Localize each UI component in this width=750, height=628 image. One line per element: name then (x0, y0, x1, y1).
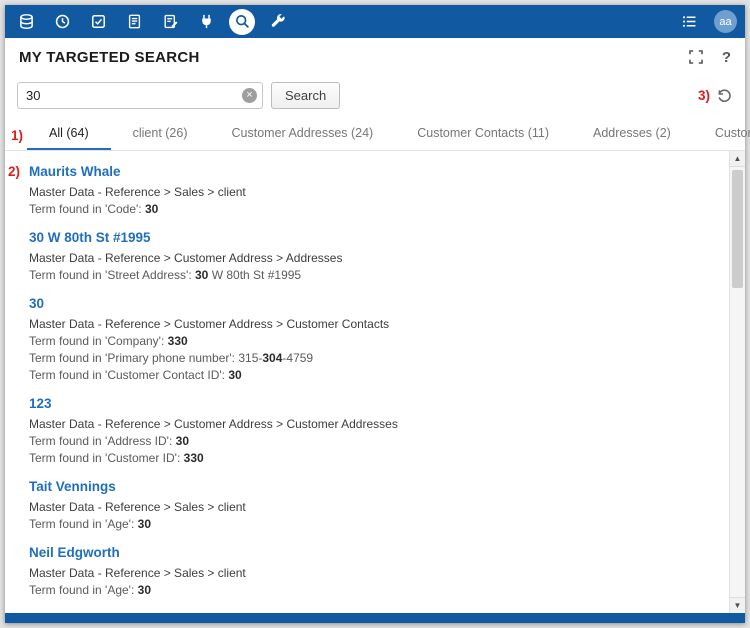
result-match-line: Term found in 'Age': 30 (29, 583, 715, 597)
result-match-line: Term found in 'Street Address': 30 W 80t… (29, 268, 715, 282)
tab-addresses-2[interactable]: Addresses (2) (571, 119, 693, 150)
checkbox-icon[interactable] (85, 9, 111, 35)
tab-customer-contacts-11[interactable]: Customer Contacts (11) (395, 119, 571, 150)
annotation-1: 1) (11, 128, 23, 143)
scrollbar-up-arrow[interactable]: ▲ (730, 151, 745, 167)
result-title-link[interactable]: Tait Vennings (29, 479, 116, 494)
scrollbar-thumb[interactable] (732, 170, 743, 288)
search-icon[interactable] (229, 9, 255, 35)
report-icon[interactable] (121, 9, 147, 35)
result-item: 30 Master Data - Reference > Customer Add… (29, 295, 715, 382)
tabs: All (64)client (26)Customer Addresses (2… (27, 119, 750, 150)
top-menu-icons (13, 9, 291, 35)
result-match-line: Term found in 'Code': 30 (29, 202, 715, 216)
report-edit-icon[interactable] (157, 9, 183, 35)
search-button[interactable]: Search (271, 82, 340, 109)
application-window: aa MY TARGETED SEARCH ? × Search 3) 1) A… (5, 5, 745, 623)
result-item: Maurits Whale Master Data - Reference > S… (29, 163, 715, 216)
result-title-link[interactable]: Maurits Whale (29, 164, 121, 179)
database-icon[interactable] (13, 9, 39, 35)
result-match-line: Term found in 'Customer Contact ID': 30 (29, 368, 715, 382)
result-breadcrumb: Master Data - Reference > Sales > client (29, 566, 715, 580)
search-row: × Search 3) (5, 76, 745, 119)
annotation-2: 2) (8, 164, 20, 179)
result-breadcrumb: Master Data - Reference > Sales > client (29, 500, 715, 514)
tab-customer-addresses-24[interactable]: Customer Addresses (24) (210, 119, 396, 150)
result-breadcrumb: Master Data - Reference > Customer Addre… (29, 317, 715, 331)
search-box: × (17, 82, 263, 109)
top-menu-bar: aa (5, 5, 745, 38)
result-item: 30 W 80th St #1995 Master Data - Referenc… (29, 229, 715, 282)
result-match-line: Term found in 'Company': 330 (29, 334, 715, 348)
wrench-icon[interactable] (265, 9, 291, 35)
clear-icon[interactable]: × (242, 88, 257, 103)
result-match-line: Term found in 'Age': 30 (29, 517, 715, 531)
top-menu-right: aa (676, 9, 737, 35)
help-icon[interactable]: ? (722, 49, 731, 66)
result-title-link[interactable]: Sianna Alston (29, 611, 119, 613)
list-icon[interactable] (676, 9, 702, 35)
plug-icon[interactable] (193, 9, 219, 35)
scrollbar-down-arrow[interactable]: ▼ (730, 597, 745, 613)
search-input[interactable] (17, 82, 263, 109)
result-title-link[interactable]: 123 (29, 396, 52, 411)
history-icon[interactable] (716, 87, 733, 104)
fullscreen-icon[interactable] (688, 49, 704, 65)
result-breadcrumb: Master Data - Reference > Customer Addre… (29, 417, 715, 431)
footer-bar (5, 613, 745, 623)
result-match-line: Term found in 'Customer ID': 330 (29, 451, 715, 465)
result-item: Tait Vennings Master Data - Reference > S… (29, 478, 715, 531)
tab-all-64[interactable]: All (64) (27, 119, 111, 150)
page-header: MY TARGETED SEARCH ? (5, 38, 745, 76)
result-breadcrumb: Master Data - Reference > Customer Addre… (29, 251, 715, 265)
page-title: MY TARGETED SEARCH (19, 49, 200, 66)
result-title-link[interactable]: 30 (29, 296, 44, 311)
clock-icon[interactable] (49, 9, 75, 35)
annotation-3: 3) (698, 88, 710, 103)
result-match-line: Term found in 'Address ID': 30 (29, 434, 715, 448)
result-item: Sianna AlstonMaster Data - Reference > S… (29, 610, 715, 613)
result-title-link[interactable]: Neil Edgworth (29, 545, 120, 560)
tab-customers-1[interactable]: Customers (1) (693, 119, 750, 150)
user-avatar[interactable]: aa (714, 10, 737, 33)
result-item: Neil Edgworth Master Data - Reference > S… (29, 544, 715, 597)
results-area: 2) Maurits Whale Master Data - Reference … (5, 151, 745, 613)
tabs-row: 1) All (64)client (26)Customer Addresses… (5, 119, 745, 151)
results-list: Maurits Whale Master Data - Reference > S… (29, 163, 715, 613)
tab-client-26[interactable]: client (26) (111, 119, 210, 150)
result-title-link[interactable]: 30 W 80th St #1995 (29, 230, 151, 245)
result-match-line: Term found in 'Primary phone number': 31… (29, 351, 715, 365)
scrollbar[interactable]: ▲ ▼ (729, 151, 745, 613)
result-item: 123 Master Data - Reference > Customer Ad… (29, 395, 715, 465)
result-breadcrumb: Master Data - Reference > Sales > client (29, 185, 715, 199)
